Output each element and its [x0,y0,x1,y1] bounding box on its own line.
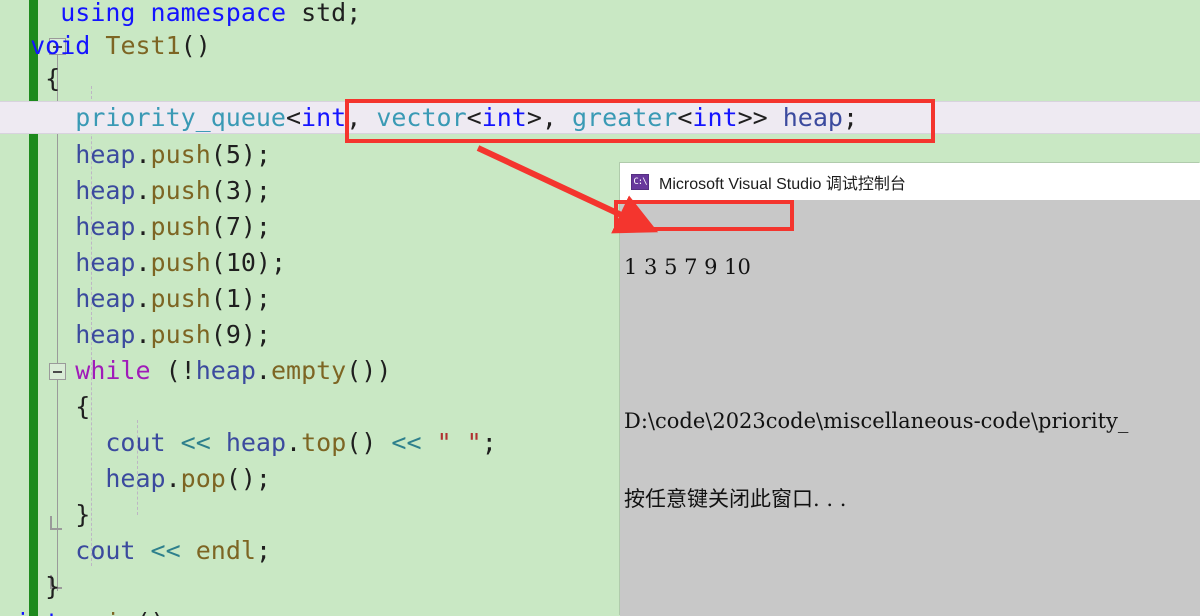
console-output-line: 1 3 5 7 9 10 [624,255,751,279]
console-app-icon: C:\ [631,173,649,190]
console-path-line: D:\code\2023code\miscellaneous-code\prio… [624,409,1129,433]
console-title-label: Microsoft Visual Studio 调试控制台 [659,175,906,193]
console-title-bar[interactable]: C:\ Microsoft Visual Studio 调试控制台 [620,163,1200,200]
code-line-3[interactable]: { [0,62,1200,95]
console-prompt-line: 按任意键关闭此窗口. . . [624,487,847,511]
screenshot-root: using namespace std; void Test1() { prio… [0,0,1200,616]
code-line-2[interactable]: void Test1() [0,29,1200,62]
console-output-area[interactable]: 1 3 5 7 9 10 D:\code\2023code\miscellane… [620,200,1200,564]
code-line-1[interactable]: using namespace std; [0,0,1200,29]
code-line-4[interactable]: priority_queue<int, vector<int>, greater… [0,101,1200,134]
console-window[interactable]: C:\ Microsoft Visual Studio 调试控制台 1 3 5 … [620,163,1200,616]
